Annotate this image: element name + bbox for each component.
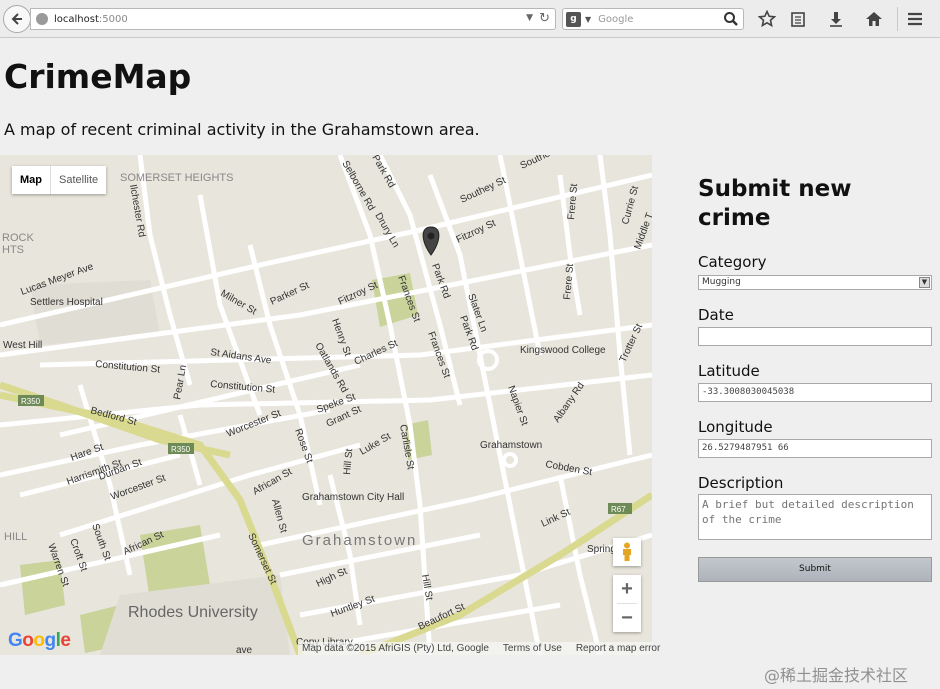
map-label-drury: Drury Ln: [372, 211, 401, 250]
zoom-out-button[interactable]: −: [613, 604, 641, 632]
select-arrow-icon: ▼: [919, 277, 930, 288]
map-type-satellite-button[interactable]: Satellite: [51, 166, 106, 194]
map-label-hill-1: Hill St: [342, 448, 355, 475]
map-label-station: Grahamstown: [480, 440, 542, 451]
map-label-southey: Southey St: [459, 175, 508, 206]
description-label: Description: [698, 474, 784, 492]
category-selected-value: Mugging: [702, 277, 741, 287]
map-label-parker: Parker St: [269, 280, 312, 308]
back-arrow-icon: [11, 13, 22, 25]
map-data-credit: Map data ©2015 AfriGIS (Pty) Ltd, Google: [302, 643, 489, 654]
page-intro: A map of recent criminal activity in the…: [4, 120, 480, 139]
url-port: :5000: [98, 13, 128, 25]
longitude-label: Longitude: [698, 418, 773, 436]
latitude-label: Latitude: [698, 362, 760, 380]
map-label-kingswood: Kingswood College: [520, 345, 606, 356]
map-label-henry: Henry St: [329, 317, 353, 358]
menu-hamburger-icon[interactable]: [905, 9, 925, 29]
search-icon[interactable]: [723, 11, 739, 27]
browser-toolbar: localhost:5000 ▼ ↻ g ▼ Google: [0, 0, 940, 38]
map-attribution: Map data ©2015 AfriGIS (Pty) Ltd, Google…: [298, 642, 660, 655]
search-engine-icon[interactable]: g: [566, 11, 581, 27]
category-label: Category: [698, 253, 767, 271]
search-placeholder: Google: [598, 13, 634, 25]
home-icon[interactable]: [864, 9, 884, 29]
roundabout: [502, 452, 518, 468]
globe-icon: [36, 13, 48, 25]
map-label-frere-2: Frere St: [562, 263, 576, 300]
address-bar[interactable]: localhost:5000 ▼ ↻: [30, 8, 556, 30]
map-label-ave: ave: [236, 645, 253, 655]
date-input[interactable]: [698, 327, 932, 346]
map-label-worcester-2: Worcester St: [225, 408, 283, 440]
map-label-luke: Luke St: [358, 431, 393, 458]
form-title: Submit new crime: [698, 176, 852, 231]
page-title: CrimeMap: [4, 57, 192, 96]
terms-of-use-link[interactable]: Terms of Use: [503, 642, 562, 655]
map-label-city-hall: Grahamstown City Hall: [302, 492, 404, 503]
map-label-rose: Rose St: [292, 427, 315, 464]
map-label-grahamstown: Grahamstown: [302, 532, 417, 549]
street-view-pegman-icon[interactable]: [613, 538, 641, 566]
engine-dropdown-icon[interactable]: ▼: [585, 15, 591, 24]
description-textarea[interactable]: [698, 494, 932, 540]
map-label-r67: R67: [611, 505, 626, 514]
map-canvas[interactable]: SOMERSET HEIGHTS ROCK HTS HILL Ilchester…: [0, 155, 652, 655]
map-label-rhodes: Rhodes University: [128, 604, 258, 621]
download-icon[interactable]: [826, 9, 846, 29]
map-label-pear: Pear Ln: [172, 364, 189, 400]
map-label-currie: Currie St: [620, 185, 641, 226]
map-label-spring: Spring: [587, 544, 616, 555]
submit-button[interactable]: Submit: [698, 557, 932, 582]
zoom-control: + −: [613, 575, 641, 632]
map-label-hill: HILL: [4, 531, 27, 543]
map-label-r350-2: R350: [171, 445, 191, 454]
url-host: localhost: [54, 13, 99, 25]
map-type-map-button[interactable]: Map: [12, 166, 51, 194]
reading-list-icon[interactable]: [788, 9, 808, 29]
map-label-settlers-hospital: Settlers Hospital: [30, 297, 103, 308]
map-type-control: Map Satellite: [12, 166, 107, 194]
map-label-southe: Southe: [519, 155, 553, 172]
bookmark-star-icon[interactable]: [757, 9, 777, 29]
map-label-west-hill: West Hill: [3, 340, 42, 351]
map-label-worcester-1: Worcester St: [109, 473, 167, 503]
map-label-park-rd-1: Park Rd: [369, 155, 397, 190]
map-label-hill-2: Hill St: [419, 574, 434, 602]
crime-marker[interactable]: [422, 226, 440, 256]
reload-icon[interactable]: ↻: [539, 11, 550, 26]
watermark-text: @稀土掘金技术社区: [764, 666, 909, 685]
map-label-link: Link St: [540, 507, 573, 530]
toolbar-divider: [897, 7, 898, 31]
latitude-input[interactable]: -33.3008030045038: [698, 383, 932, 402]
history-dropdown-icon[interactable]: ▼: [526, 13, 533, 23]
back-button[interactable]: [3, 5, 31, 33]
report-map-error-link[interactable]: Report a map error: [576, 642, 660, 655]
map-label-south: South St: [89, 522, 113, 562]
map-label-rock: ROCK: [2, 232, 34, 244]
map-label-frere-1: Frere St: [566, 183, 580, 220]
longitude-input[interactable]: 26.5279487951 66: [698, 439, 932, 458]
date-label: Date: [698, 306, 734, 324]
map-label-allen: Allen St: [269, 498, 289, 534]
zoom-in-button[interactable]: +: [613, 575, 641, 603]
map-label-somerset: SOMERSET HEIGHTS: [120, 172, 233, 184]
map-tiles: SOMERSET HEIGHTS ROCK HTS HILL Ilchester…: [0, 155, 652, 655]
map-label-charles: Charles St: [353, 338, 400, 368]
map-label-hare: Hare St: [69, 442, 105, 464]
google-logo[interactable]: Google: [8, 630, 71, 652]
search-bar[interactable]: g ▼ Google: [562, 8, 744, 30]
map-label-r350-1: R350: [21, 397, 41, 406]
category-select[interactable]: Mugging ▼: [698, 275, 932, 290]
map-label-huntley: Huntley St: [329, 594, 376, 620]
map-label-hts: HTS: [2, 244, 24, 256]
